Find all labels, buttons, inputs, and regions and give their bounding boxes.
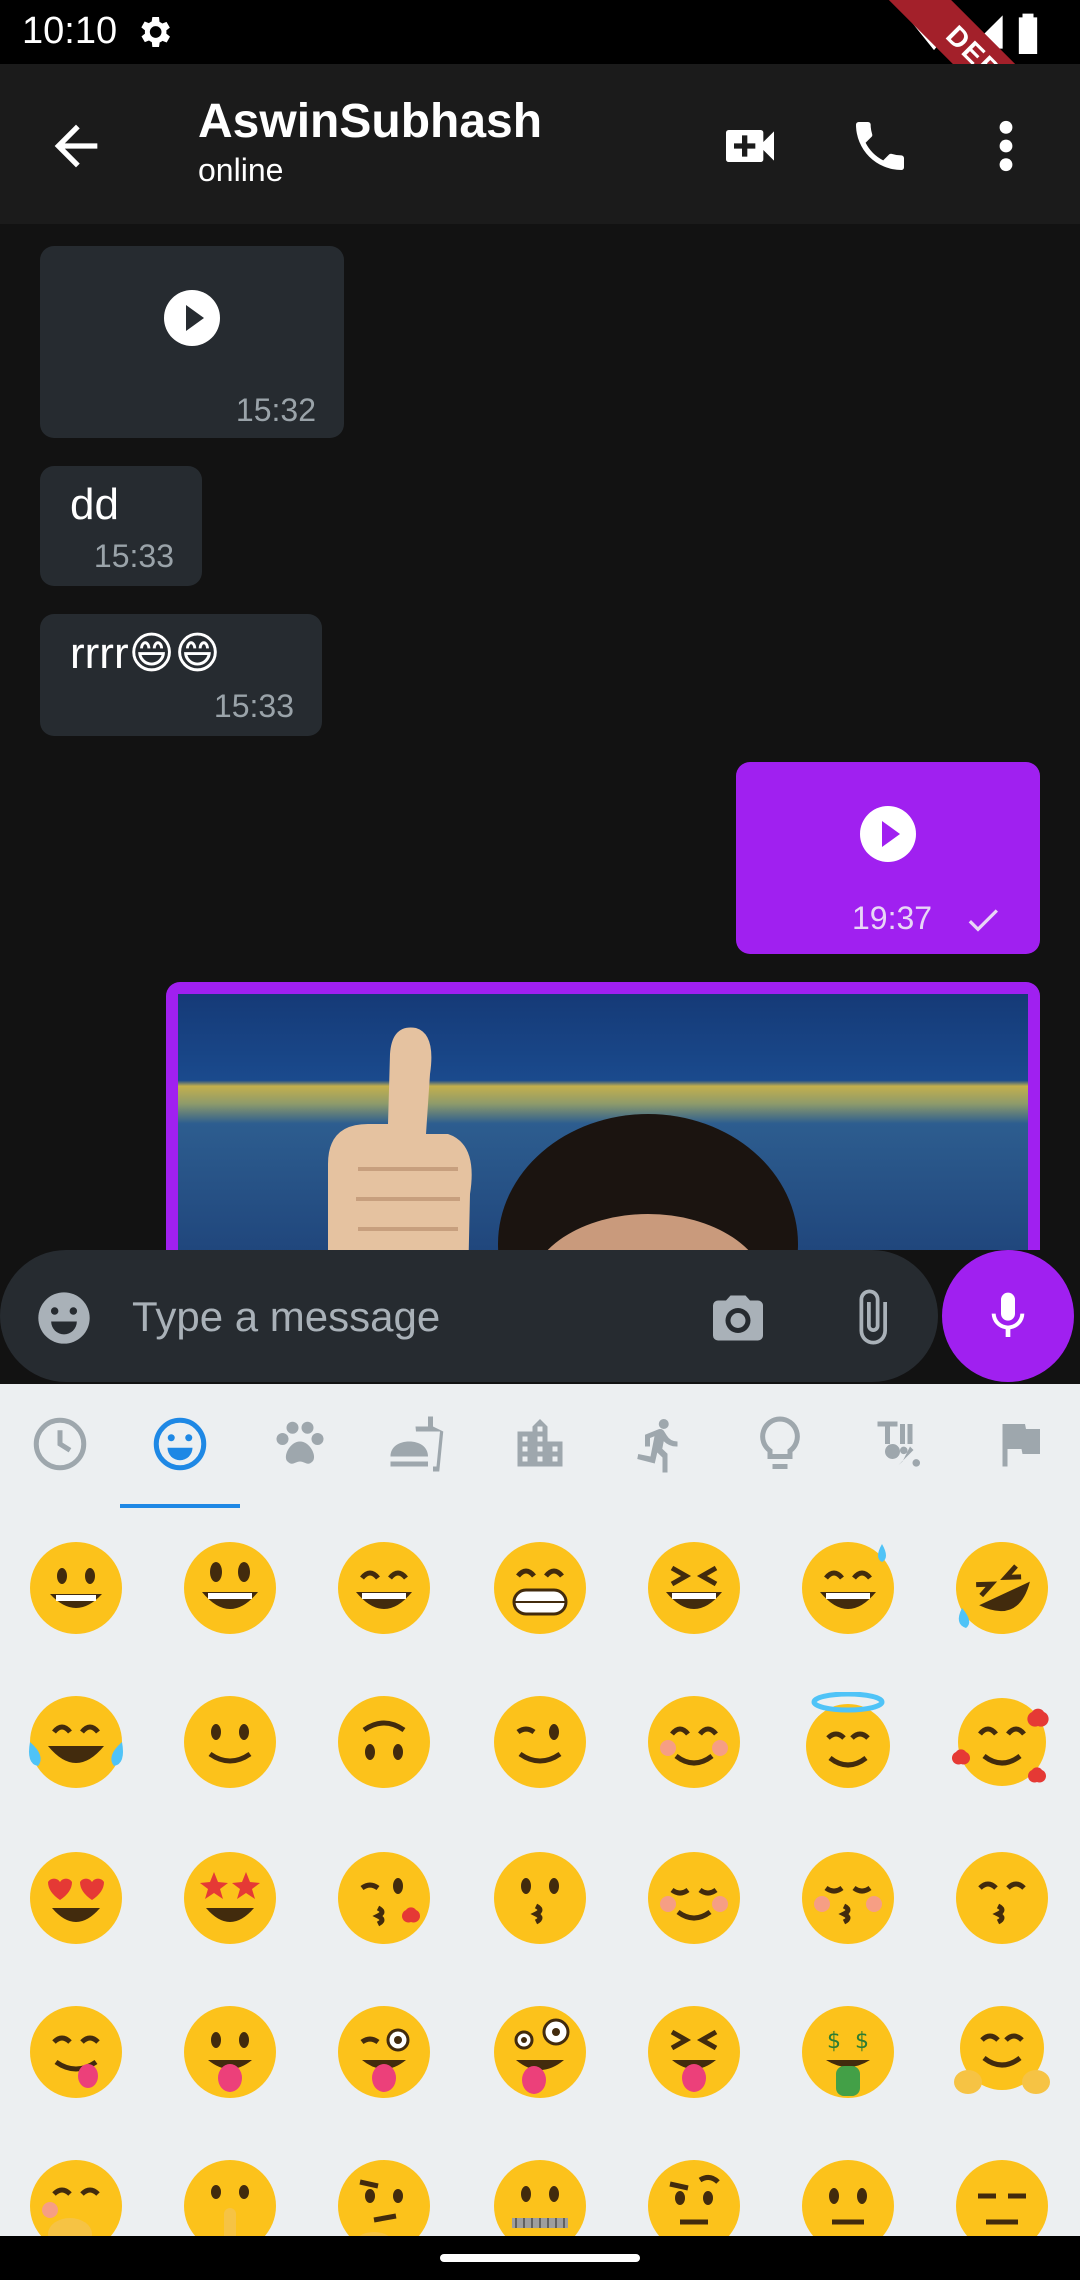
- status-time: 10:10: [22, 10, 118, 52]
- sent-check-icon: [968, 909, 998, 932]
- audio-message-outgoing[interactable]: 19:37: [736, 762, 1040, 954]
- emoji-money-mouth[interactable]: $ $: [798, 2002, 898, 2102]
- emoji-raised-eyebrow[interactable]: [644, 2156, 744, 2236]
- selected-tab-indicator: [120, 1504, 240, 1508]
- emoji-kissing[interactable]: [490, 1848, 590, 1948]
- emoji-squinting-face[interactable]: [644, 1538, 744, 1638]
- text-message-incoming[interactable]: rrrr😄😄 15:33: [40, 614, 322, 736]
- emoji-toggle-icon[interactable]: [36, 1290, 92, 1346]
- attach-paperclip-icon[interactable]: [842, 1284, 902, 1350]
- emoji-slightly-smiling[interactable]: [180, 1692, 280, 1792]
- emoji-zipper-mouth[interactable]: [490, 2156, 590, 2236]
- contact-status: online: [198, 152, 284, 188]
- message-time: 15:32: [235, 392, 316, 428]
- settings-gear-icon: [141, 17, 170, 47]
- emoji-tongue-out[interactable]: [180, 2002, 280, 2102]
- svg-text:$: $: [827, 2029, 841, 2054]
- emoji-kissing-closed-eyes[interactable]: [798, 1848, 898, 1948]
- photo-person-thumbs-up: [328, 1027, 798, 1250]
- tab-smileys-icon[interactable]: [150, 1414, 210, 1474]
- emoji-star-struck[interactable]: [180, 1848, 280, 1948]
- photo-thumbnail[interactable]: [178, 994, 1028, 1250]
- message-input[interactable]: [130, 1280, 654, 1354]
- tab-food-icon[interactable]: [388, 1414, 448, 1474]
- emoji-squinting-tongue[interactable]: [644, 2002, 744, 2102]
- tab-symbols-icon[interactable]: [870, 1414, 930, 1474]
- emoji-winking-tongue[interactable]: [334, 2002, 434, 2102]
- video-call-icon[interactable]: [718, 114, 782, 178]
- emoji-smiling-relaxed[interactable]: [644, 1848, 744, 1948]
- emoji-neutral-face[interactable]: [798, 2156, 898, 2236]
- message-time: 15:33: [93, 538, 174, 574]
- back-arrow-icon[interactable]: [44, 114, 108, 178]
- emoji-picker: $ $: [0, 1384, 1080, 2236]
- chat-app-bar: AswinSubhash online: [0, 64, 1080, 224]
- contact-name[interactable]: AswinSubhash: [198, 94, 542, 149]
- emoji-smiling-blush[interactable]: [644, 1692, 744, 1792]
- emoji-savoring-food[interactable]: [26, 2002, 126, 2102]
- emoji-kissing-smiling-eyes[interactable]: [952, 1848, 1052, 1948]
- emoji-grinning-sweat[interactable]: [798, 1538, 898, 1638]
- emoji-smiling-hearts[interactable]: [952, 1692, 1052, 1792]
- tab-travel-building-icon[interactable]: [510, 1414, 570, 1474]
- message-input-container[interactable]: [0, 1250, 938, 1382]
- tab-objects-lightbulb-icon[interactable]: [750, 1414, 810, 1474]
- emoji-zany-face[interactable]: [490, 2002, 590, 2102]
- svg-text:$: $: [855, 2029, 869, 2054]
- emoji-winking[interactable]: [490, 1692, 590, 1792]
- microphone-icon: [991, 1292, 1025, 1337]
- message-composer: [0, 1250, 1080, 1384]
- tab-flags-icon[interactable]: [990, 1414, 1050, 1474]
- emoji-shushing[interactable]: [180, 2156, 280, 2236]
- emoji-upside-down[interactable]: [334, 1692, 434, 1792]
- play-icon[interactable]: [860, 806, 916, 862]
- emoji-halo[interactable]: [798, 1692, 898, 1792]
- tab-recent-clock-icon[interactable]: [30, 1414, 90, 1474]
- emoji-grinning-smiling-eyes[interactable]: [334, 1538, 434, 1638]
- battery-icon: [1018, 13, 1038, 54]
- emoji-grinning-big-eyes[interactable]: [180, 1538, 280, 1638]
- message-time: 19:37: [852, 900, 933, 936]
- emoji-rolling-laughing[interactable]: [952, 1538, 1052, 1638]
- emoji-blowing-kiss[interactable]: [334, 1848, 434, 1948]
- system-navigation-bar: [0, 2236, 1080, 2280]
- message-list[interactable]: 15:32 dd 15:33 rrrr😄😄 15:33 19:37: [0, 224, 1080, 1250]
- image-message-outgoing[interactable]: [166, 982, 1040, 1250]
- emoji-hand-over-mouth[interactable]: [26, 2156, 126, 2236]
- play-icon[interactable]: [164, 290, 220, 346]
- emoji-thinking[interactable]: [334, 2156, 434, 2236]
- message-text: rrrr😄😄: [70, 629, 221, 678]
- tab-animals-paw-icon[interactable]: [270, 1414, 330, 1474]
- phone-call-icon[interactable]: [848, 114, 912, 178]
- message-time: 15:33: [213, 688, 294, 724]
- camera-icon[interactable]: [708, 1288, 768, 1348]
- more-options-icon[interactable]: [986, 114, 1026, 178]
- message-text: dd: [70, 480, 119, 529]
- record-voice-button[interactable]: [942, 1250, 1074, 1382]
- emoji-grinning-face[interactable]: [26, 1538, 126, 1638]
- emoji-tears-of-joy[interactable]: [26, 1692, 126, 1792]
- emoji-expressionless[interactable]: [952, 2156, 1052, 2236]
- tab-activities-running-icon[interactable]: [630, 1414, 690, 1474]
- home-gesture-handle[interactable]: [440, 2254, 640, 2262]
- emoji-category-tabs: [0, 1384, 1080, 1508]
- emoji-hugging[interactable]: [952, 2002, 1052, 2102]
- text-message-incoming[interactable]: dd 15:33: [40, 466, 202, 586]
- emoji-beaming-face[interactable]: [490, 1538, 590, 1638]
- emoji-heart-eyes[interactable]: [26, 1848, 126, 1948]
- audio-message-incoming[interactable]: 15:32: [40, 246, 344, 438]
